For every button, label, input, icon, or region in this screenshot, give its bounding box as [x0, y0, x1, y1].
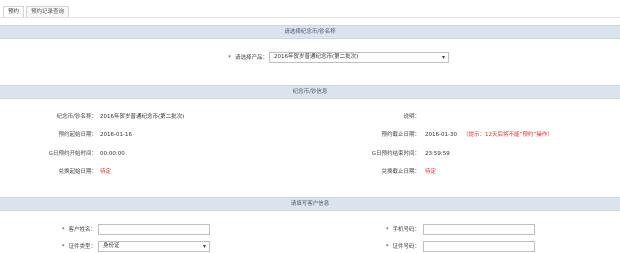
id-number-label-text: 证件号码： [392, 244, 420, 250]
customer-name-input[interactable] [98, 224, 210, 235]
chevron-down-icon: ▾ [441, 54, 445, 61]
section-header-product: 请选择纪念币/钞名称 [0, 25, 620, 39]
id-type-select-value: 身份证 [103, 243, 120, 249]
product-select-label: * 请选择产品： [200, 53, 268, 63]
info-row-times: G日预约开始时间： 00:00:00 G日预约结束时间： 23:59:59 [0, 149, 620, 159]
exchange-end-value: 待定 [425, 169, 437, 175]
required-mark: * [228, 55, 231, 61]
id-number-label: * 证件号码： [355, 242, 420, 252]
day-start-time-value: 00:00:00 [100, 151, 125, 157]
customer-row-2: * 证件类型： 身份证 ▾ * 证件号码： [0, 241, 620, 252]
required-mark: * [61, 244, 65, 250]
chevron-down-icon: ▾ [202, 243, 206, 250]
required-mark: * [61, 227, 65, 233]
phone-label: * 手机号码： [355, 225, 420, 235]
product-select-row: * 请选择产品： 2016年贺岁普通纪念币(第二批次) ▾ [0, 52, 620, 63]
id-number-input[interactable] [423, 241, 535, 252]
product-select[interactable]: 2016年贺岁普通纪念币(第二批次) ▾ [269, 52, 449, 63]
exchange-start-value: 待定 [100, 169, 112, 175]
product-select-label-text: 请选择产品： [234, 55, 268, 61]
id-type-label: * 证件类型： [40, 242, 96, 252]
exchange-start-label: 兑换起始日期： [58, 169, 97, 175]
coin-name-value: 2016年贺岁普通纪念币(第二批次) [100, 114, 185, 120]
customer-row-1: * 客户姓名： * 手机号码： [0, 224, 620, 235]
description-label: 说明： [403, 114, 420, 120]
start-date-label: 预约起始日期： [58, 132, 97, 138]
start-date-value: 2016-01-16 [100, 132, 132, 138]
day-end-time-value: 23:59:59 [425, 151, 450, 157]
day-end-time-label: G日预约结束时间： [371, 151, 420, 157]
required-mark: * [385, 227, 389, 233]
day-start-time-label: G日预约开始时间： [48, 151, 97, 157]
end-date-label: 预约截止日期： [381, 132, 420, 138]
customer-name-label: * 客户姓名： [40, 225, 96, 235]
id-type-select[interactable]: 身份证 ▾ [98, 241, 210, 252]
required-mark: * [385, 244, 389, 250]
info-row-exchange: 兑换起始日期： 待定 兑换截止日期： 待定 [0, 167, 620, 177]
tab-divider [0, 17, 620, 18]
info-row-name: 纪念币/钞名称： 2016年贺岁普通纪念币(第二批次) 说明： [0, 112, 620, 122]
end-date-value: 2016-01-30 [425, 132, 457, 138]
end-date-note: （提示：12天后将不能“预约”操作） [463, 132, 553, 138]
section-header-customer: 请填写客户信息 [0, 197, 620, 211]
customer-name-label-text: 客户姓名： [68, 227, 96, 233]
phone-input[interactable] [423, 224, 535, 235]
product-select-value: 2016年贺岁普通纪念币(第二批次) [274, 54, 359, 60]
id-type-label-text: 证件类型： [68, 244, 96, 250]
info-row-dates: 预约起始日期： 2016-01-16 预约截止日期： 2016-01-30 （提… [0, 130, 620, 140]
exchange-end-label: 兑换截止日期： [381, 169, 420, 175]
phone-label-text: 手机号码： [392, 227, 420, 233]
coin-name-label: 纪念币/钞名称： [56, 114, 97, 120]
section-header-info: 纪念币/钞信息 [0, 85, 620, 99]
